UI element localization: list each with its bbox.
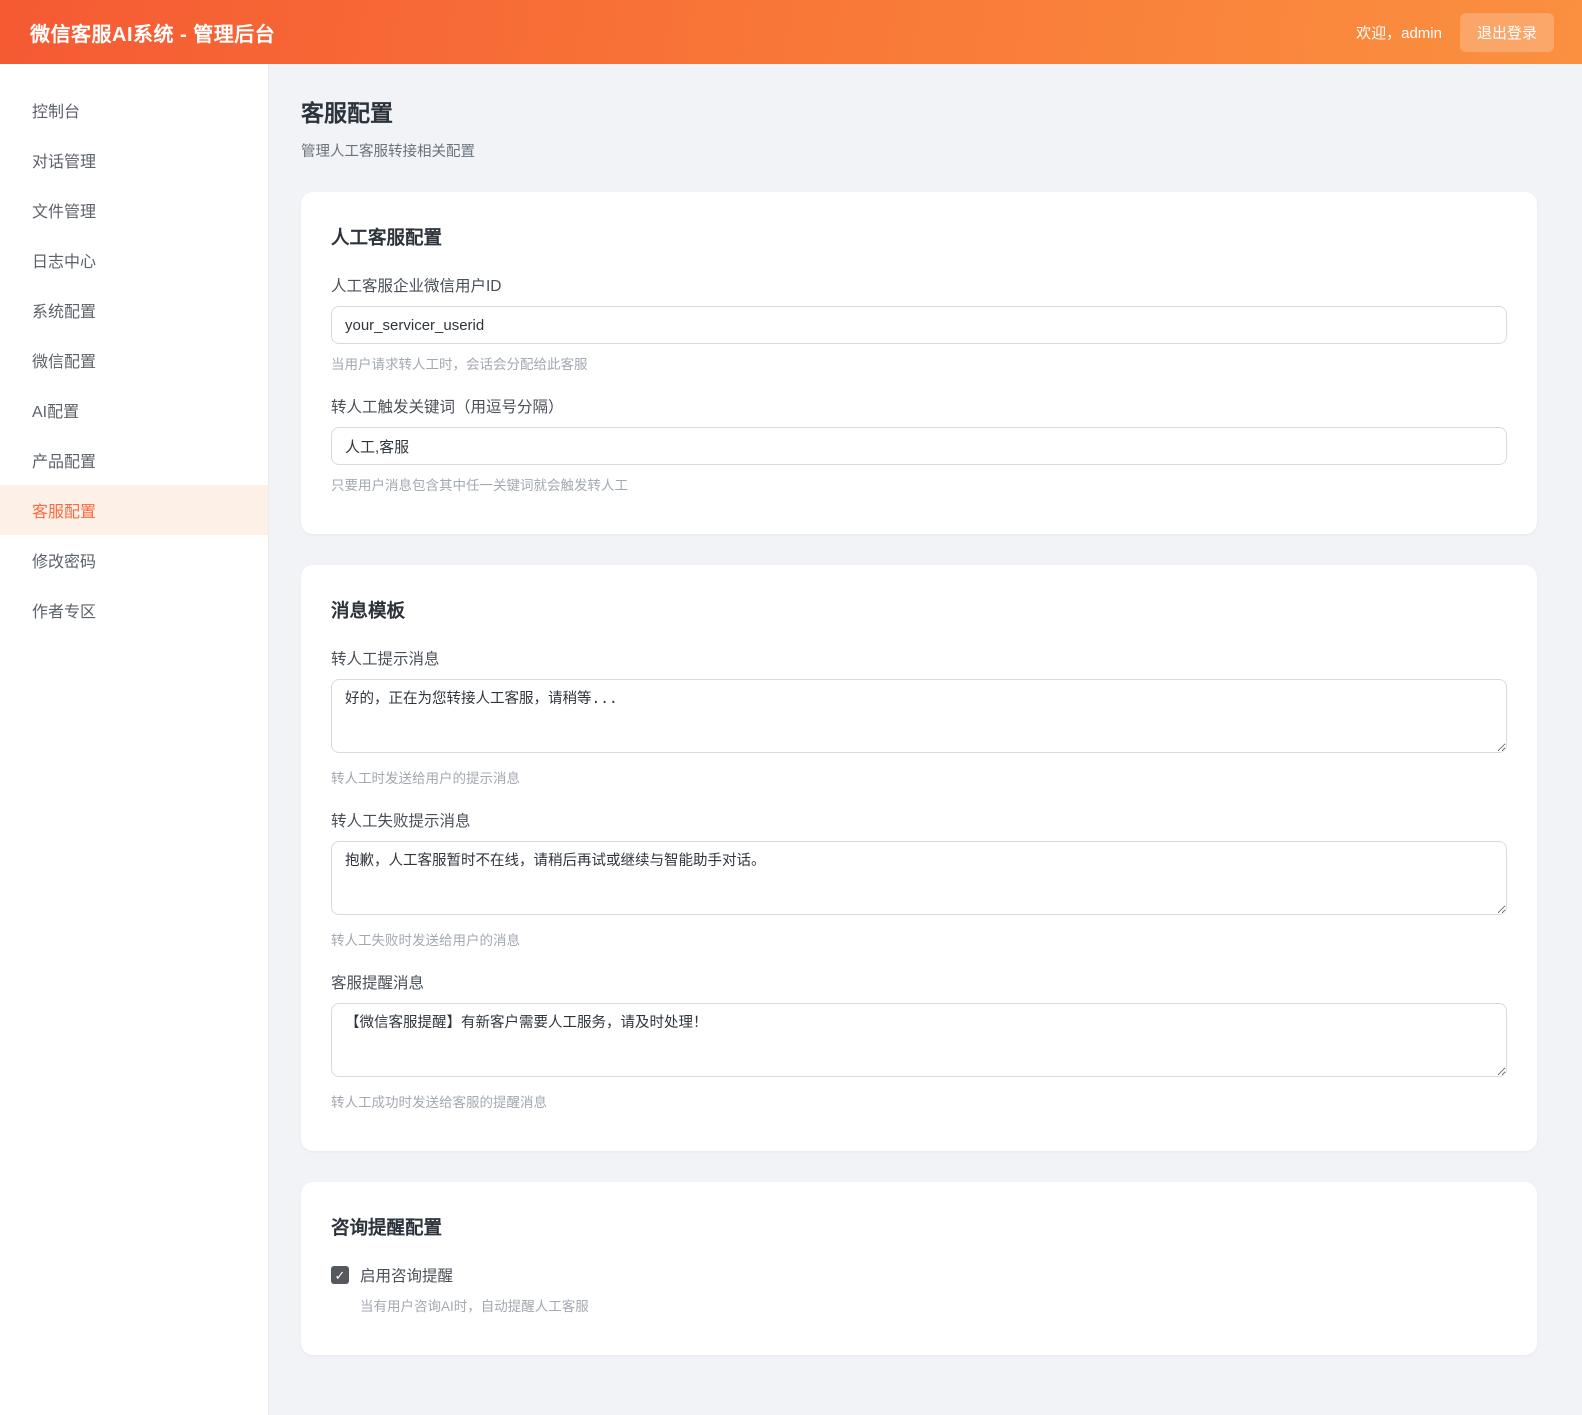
transfer-fail-textarea[interactable]: 抱歉，人工客服暂时不在线，请稍后再试或继续与智能助手对话。 (331, 841, 1507, 915)
servicer-userid-label: 人工客服企业微信用户ID (331, 274, 1507, 296)
app-header: 微信客服AI系统 - 管理后台 欢迎，admin 退出登录 (0, 0, 1582, 64)
logout-button[interactable]: 退出登录 (1460, 13, 1554, 52)
notify-config-card-title: 咨询提醒配置 (331, 1214, 1507, 1240)
checkmark-icon: ✓ (335, 1269, 346, 1282)
sidebar-item-dashboard[interactable]: 控制台 (0, 85, 268, 135)
sidebar-item-change-password[interactable]: 修改密码 (0, 535, 268, 585)
notify-config-card: 咨询提醒配置 ✓ 启用咨询提醒 当有用户咨询AI时，自动提醒人工客服 (301, 1182, 1537, 1355)
service-reminder-hint: 转人工成功时发送给客服的提醒消息 (331, 1091, 1507, 1111)
service-reminder-textarea[interactable]: 【微信客服提醒】有新客户需要人工服务，请及时处理！ (331, 1003, 1507, 1077)
service-reminder-label: 客服提醒消息 (331, 971, 1507, 993)
sidebar-item-files[interactable]: 文件管理 (0, 185, 268, 235)
sidebar-item-conversations[interactable]: 对话管理 (0, 135, 268, 185)
sidebar-item-logs[interactable]: 日志中心 (0, 235, 268, 285)
sidebar-item-product-config[interactable]: 产品配置 (0, 435, 268, 485)
servicer-userid-hint: 当用户请求转人工时，会话会分配给此客服 (331, 353, 1507, 373)
message-templates-card-title: 消息模板 (331, 597, 1507, 623)
transfer-keywords-input[interactable] (331, 427, 1507, 465)
enable-notify-checkbox[interactable]: ✓ (331, 1266, 349, 1284)
transfer-fail-field: 转人工失败提示消息 抱歉，人工客服暂时不在线，请稍后再试或继续与智能助手对话。 … (331, 809, 1507, 949)
transfer-keywords-label: 转人工触发关键词（用逗号分隔） (331, 395, 1507, 417)
sidebar-item-author-zone[interactable]: 作者专区 (0, 585, 268, 635)
service-reminder-field: 客服提醒消息 【微信客服提醒】有新客户需要人工服务，请及时处理！ 转人工成功时发… (331, 971, 1507, 1111)
main-content: 客服配置 管理人工客服转接相关配置 人工客服配置 人工客服企业微信用户ID 当用… (269, 64, 1582, 1415)
transfer-fail-hint: 转人工失败时发送给用户的消息 (331, 929, 1507, 949)
servicer-config-card: 人工客服配置 人工客服企业微信用户ID 当用户请求转人工时，会话会分配给此客服 … (301, 192, 1537, 534)
transfer-prompt-textarea[interactable]: 好的，正在为您转接人工客服，请稍等... (331, 679, 1507, 753)
servicer-userid-field: 人工客服企业微信用户ID 当用户请求转人工时，会话会分配给此客服 (331, 274, 1507, 373)
app-title: 微信客服AI系统 - 管理后台 (30, 18, 275, 47)
enable-notify-checkbox-row[interactable]: ✓ 启用咨询提醒 (331, 1264, 1507, 1286)
sidebar-item-wechat-config[interactable]: 微信配置 (0, 335, 268, 385)
sidebar: 控制台 对话管理 文件管理 日志中心 系统配置 微信配置 AI配置 产品配置 客… (0, 64, 269, 1415)
sidebar-item-service-config[interactable]: 客服配置 (0, 485, 268, 535)
page-subtitle: 管理人工客服转接相关配置 (301, 140, 1537, 161)
servicer-config-card-title: 人工客服配置 (331, 224, 1507, 250)
sidebar-item-ai-config[interactable]: AI配置 (0, 385, 268, 435)
welcome-text: 欢迎，admin (1356, 22, 1442, 43)
transfer-prompt-field: 转人工提示消息 好的，正在为您转接人工客服，请稍等... 转人工时发送给用户的提… (331, 647, 1507, 787)
servicer-userid-input[interactable] (331, 306, 1507, 344)
transfer-prompt-hint: 转人工时发送给用户的提示消息 (331, 767, 1507, 787)
transfer-keywords-field: 转人工触发关键词（用逗号分隔） 只要用户消息包含其中任一关键词就会触发转人工 (331, 395, 1507, 494)
transfer-keywords-hint: 只要用户消息包含其中任一关键词就会触发转人工 (331, 474, 1507, 494)
transfer-fail-label: 转人工失败提示消息 (331, 809, 1507, 831)
sidebar-item-system-config[interactable]: 系统配置 (0, 285, 268, 335)
message-templates-card: 消息模板 转人工提示消息 好的，正在为您转接人工客服，请稍等... 转人工时发送… (301, 565, 1537, 1151)
page-title: 客服配置 (301, 94, 1537, 128)
transfer-prompt-label: 转人工提示消息 (331, 647, 1507, 669)
enable-notify-hint: 当有用户咨询AI时，自动提醒人工客服 (360, 1295, 1507, 1315)
header-right: 欢迎，admin 退出登录 (1356, 13, 1554, 52)
enable-notify-label: 启用咨询提醒 (360, 1264, 453, 1286)
